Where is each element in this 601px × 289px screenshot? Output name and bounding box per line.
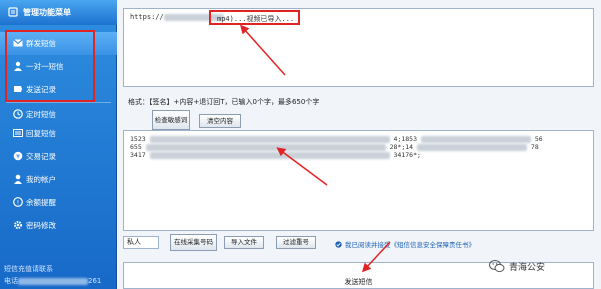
checkbox-icon[interactable] [335, 240, 342, 248]
sidebar-footer: 短信充值请联系 电话 261 [4, 263, 101, 287]
footer-phone-line: 电话 261 [4, 275, 101, 287]
reply-icon [13, 129, 23, 137]
svg-text:¥: ¥ [16, 154, 20, 161]
footer-phone-prefix: 电话 [4, 277, 18, 285]
sidebar-item-label: 余额提醒 [26, 198, 56, 207]
number-text: 1523 [130, 135, 146, 143]
footer-contact-line: 短信充值请联系 [4, 265, 53, 273]
numbers-textarea[interactable]: 1523 4;1853 56 655 28*;14 78 3417 34176*… [123, 130, 594, 231]
clock-icon [13, 109, 23, 119]
watermark-text: 青海公安 [509, 262, 546, 273]
sidebar-item-balance-reminder[interactable]: ! 余额提醒 [0, 191, 117, 214]
send-sms-button[interactable]: 发送短信 [124, 277, 593, 287]
sidebar-item-transactions[interactable]: ¥ 交易记录 [0, 145, 117, 168]
sidebar-item-label: 定时短信 [26, 110, 56, 119]
agreement-row[interactable]: 我已阅读并接受《短信信息安全保障责任书》 [335, 239, 475, 249]
svg-text:!: ! [17, 200, 19, 207]
list-item: 655 28*;14 78 [130, 143, 587, 151]
sidebar-item-label: 交易记录 [26, 152, 56, 161]
wechat-icon [489, 260, 505, 273]
number-text: 56 [534, 135, 543, 143]
sidebar-item-change-password[interactable]: 密码修改 [0, 214, 117, 237]
agreement-text: 我已阅读并接受《短信信息安全保障责任书》 [345, 241, 475, 249]
number-text: 655 [130, 143, 142, 151]
sidebar-header: 管理功能菜单 [0, 0, 117, 25]
import-file-button[interactable]: 导入文件 [224, 236, 264, 249]
sidebar-item-label: 我的帐户 [26, 175, 56, 184]
filter-duplicates-button[interactable]: 过滤重号 [276, 236, 316, 249]
check-sensitive-words-button[interactable]: 检查敏感词 [152, 110, 190, 130]
sidebar-item-label: 回复短信 [26, 129, 56, 138]
menu-icon [8, 6, 18, 19]
user-icon [14, 174, 22, 184]
clear-content-button[interactable]: 清空内容 [199, 114, 241, 128]
balance-icon: ! [13, 197, 23, 207]
number-text: 34176*; [393, 151, 421, 159]
gear-icon [14, 221, 22, 229]
annotation-box [209, 10, 300, 25]
online-collect-numbers-button[interactable]: 在线采集号码 [170, 234, 217, 251]
sidebar-item-my-account[interactable]: 我的帐户 [0, 168, 117, 191]
sender-input[interactable]: 私人 [123, 236, 159, 249]
link-textarea[interactable]: https:// mp4)...视频已导入... [123, 8, 594, 87]
list-item: 3417 34176*; [130, 151, 587, 159]
number-text: 4;1853 [393, 135, 417, 143]
sidebar-item-reply-sms[interactable]: 回复短信 [0, 122, 117, 145]
main-panel: https:// mp4)...视频已导入... 格式：【签名】+内容+退订回T… [118, 0, 601, 289]
link-prefix: https:// [130, 13, 164, 21]
transaction-icon: ¥ [13, 151, 23, 161]
number-text: 78 [530, 143, 539, 151]
number-text: 3417 [130, 151, 146, 159]
sidebar-header-title: 管理功能菜单 [23, 8, 71, 17]
watermark: 青海公安 [489, 257, 595, 275]
annotation-box [5, 30, 95, 102]
list-item: 1523 4;1853 56 [130, 135, 587, 143]
footer-phone-suffix: 261 [88, 277, 102, 285]
format-hint: 格式：【签名】+内容+退订回T，已输入0个字，最多650个字 [128, 98, 320, 106]
number-text: 28*;14 [389, 143, 414, 151]
sidebar-item-label: 密码修改 [26, 221, 56, 230]
